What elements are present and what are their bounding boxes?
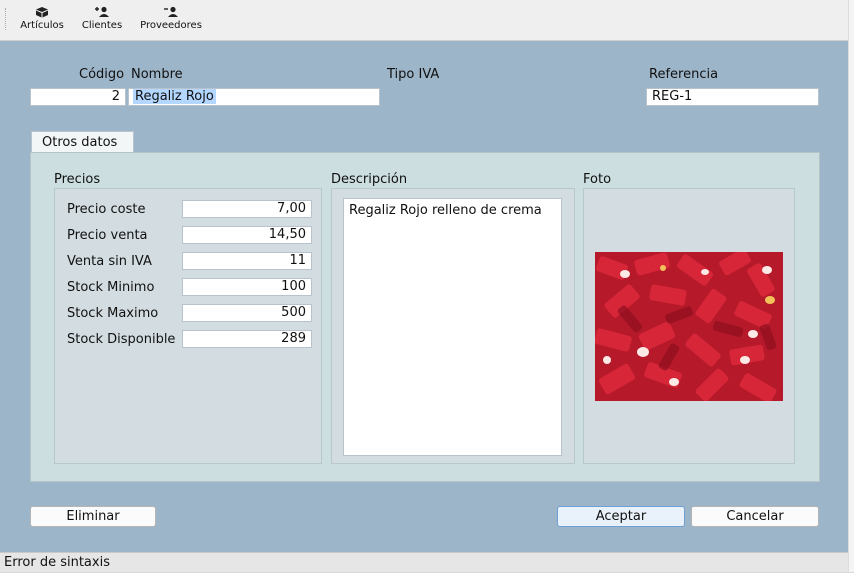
stock-maximo-field[interactable]: 500	[182, 304, 312, 322]
window-edge	[848, 0, 854, 572]
aceptar-button[interactable]: Aceptar	[557, 506, 685, 527]
add-user-icon	[95, 6, 109, 17]
precio-coste-field[interactable]: 7,00	[182, 200, 312, 218]
product-photo	[595, 252, 783, 401]
main-panel: Código Nombre Tipo IVA Referencia 2 Rega…	[0, 41, 848, 552]
tab-otros-datos[interactable]: Otros datos	[31, 131, 134, 154]
precio-venta-label: Precio venta	[67, 228, 148, 243]
licorice-candy-image	[595, 252, 783, 401]
tab-otros-datos-label: Otros datos	[42, 135, 118, 150]
cancelar-button-label: Cancelar	[726, 509, 784, 524]
venta-sin-iva-value: 11	[289, 253, 306, 268]
codigo-field[interactable]: 2	[30, 88, 126, 106]
codigo-label: Código	[79, 67, 125, 82]
toolbar-button-clientes[interactable]: Clientes	[78, 4, 126, 38]
nombre-label: Nombre	[131, 67, 183, 82]
descripcion-text: Regaliz Rojo relleno de crema	[349, 203, 542, 218]
referencia-label: Referencia	[649, 67, 719, 82]
toolbar: Artículos Clientes Proveedores	[0, 0, 848, 41]
eliminar-button-label: Eliminar	[66, 509, 120, 524]
precios-title: Precios	[54, 172, 101, 187]
stock-minimo-field[interactable]: 100	[182, 278, 312, 296]
descripcion-textarea[interactable]: Regaliz Rojo relleno de crema	[343, 198, 562, 456]
nombre-value: Regaliz Rojo	[133, 89, 216, 104]
venta-sin-iva-label: Venta sin IVA	[67, 254, 152, 269]
referencia-value: REG-1	[652, 89, 693, 104]
toolbar-label-proveedores: Proveedores	[140, 20, 202, 31]
stock-maximo-value: 500	[281, 305, 306, 320]
venta-sin-iva-field[interactable]: 11	[182, 252, 312, 270]
precio-coste-label: Precio coste	[67, 202, 146, 217]
aceptar-button-label: Aceptar	[595, 509, 647, 524]
stock-disponible-field[interactable]: 289	[182, 330, 312, 348]
precio-coste-value: 7,00	[277, 201, 306, 216]
precio-venta-value: 14,50	[268, 227, 306, 242]
precio-venta-field[interactable]: 14,50	[182, 226, 312, 244]
toolbar-button-articulos[interactable]: Artículos	[14, 4, 70, 38]
toolbar-label-articulos: Artículos	[20, 20, 64, 31]
status-bar: Error de sintaxis	[0, 552, 848, 572]
nombre-field[interactable]: Regaliz Rojo	[128, 88, 380, 106]
toolbar-grip[interactable]	[5, 8, 8, 30]
stock-maximo-label: Stock Maximo	[67, 306, 159, 321]
box-icon	[36, 7, 48, 18]
cancelar-button[interactable]: Cancelar	[691, 506, 819, 527]
stock-minimo-label: Stock Minimo	[67, 280, 155, 295]
tipo-iva-label: Tipo IVA	[387, 67, 440, 82]
referencia-field[interactable]: REG-1	[646, 88, 819, 106]
stock-disponible-label: Stock Disponible	[67, 332, 176, 347]
foto-title: Foto	[583, 172, 612, 187]
descripcion-title: Descripción	[331, 172, 408, 187]
stock-disponible-value: 289	[281, 331, 306, 346]
status-text: Error de sintaxis	[4, 555, 110, 570]
remove-user-icon	[164, 6, 178, 17]
toolbar-button-proveedores[interactable]: Proveedores	[134, 4, 208, 38]
codigo-value: 2	[111, 89, 120, 104]
toolbar-label-clientes: Clientes	[81, 20, 123, 31]
eliminar-button[interactable]: Eliminar	[30, 506, 156, 527]
stock-minimo-value: 100	[281, 279, 306, 294]
